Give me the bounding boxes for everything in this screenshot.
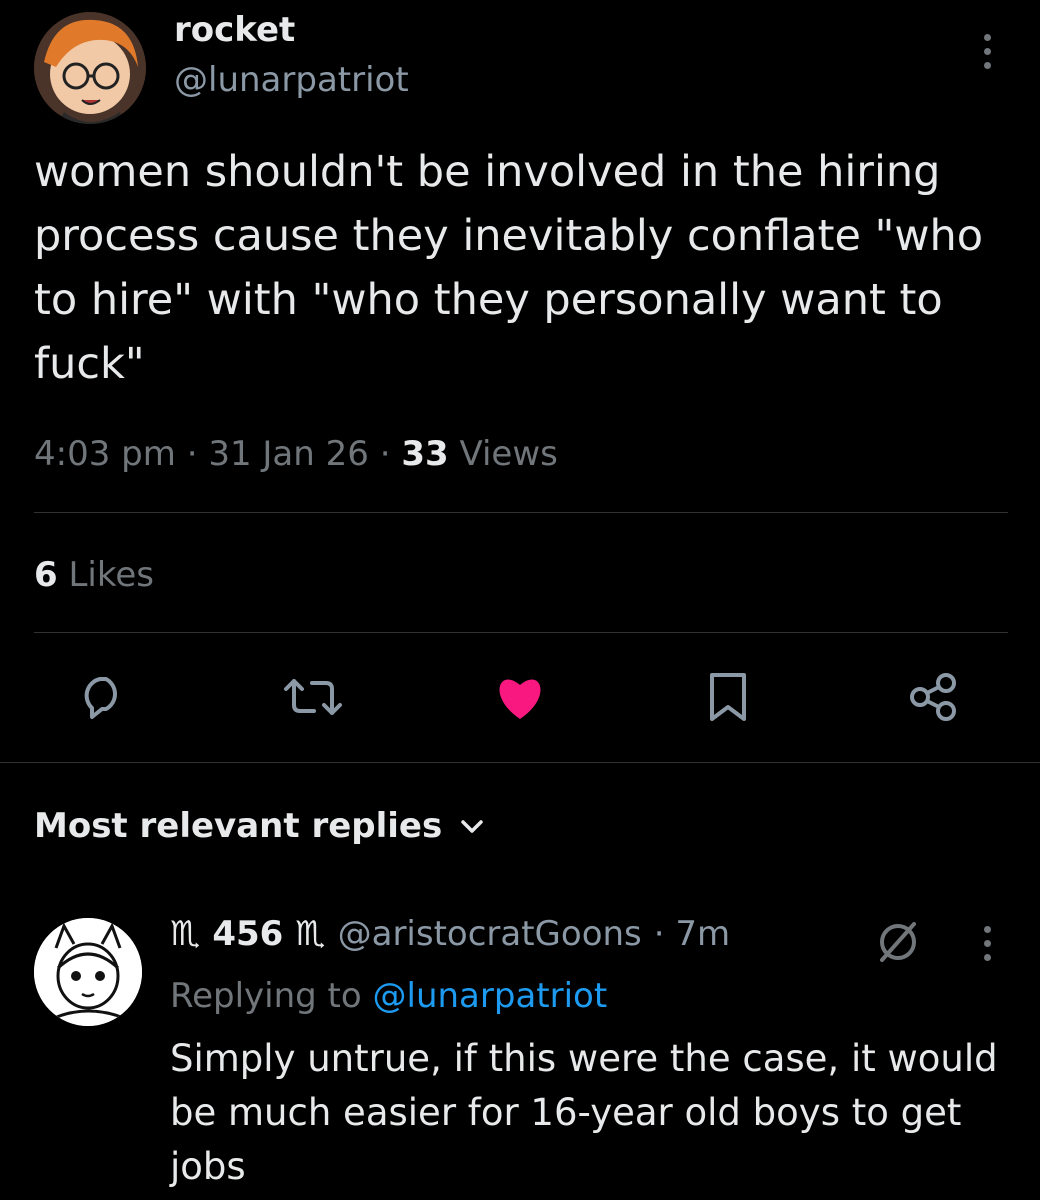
grok-icon[interactable] [874, 918, 922, 966]
section-divider [0, 762, 1040, 763]
tweet-time[interactable]: 4:03 pm [34, 434, 176, 474]
replying-prefix: Replying to [170, 976, 362, 1016]
reply-time[interactable]: · 7m [654, 914, 730, 954]
likes-label: Likes [68, 555, 154, 595]
author-avatar[interactable] [34, 12, 146, 124]
tweet-text: women shouldn't be involved in the hirin… [34, 147, 984, 389]
likes-count: 6 [34, 555, 58, 595]
tweet-meta: 4:03 pm · 31 Jan 26 · 33 Views [34, 434, 558, 474]
meta-separator: · [186, 434, 198, 474]
reply-text: Simply untrue, if this were the case, it… [170, 1037, 998, 1188]
divider [34, 512, 1008, 513]
likes-stat[interactable]: 6 Likes [34, 555, 154, 595]
reply-icon[interactable] [74, 668, 132, 726]
bookmark-icon[interactable] [700, 668, 756, 726]
reply-author-handle[interactable]: @aristocratGoons [338, 914, 642, 954]
views-label: Views [459, 434, 558, 474]
author-handle[interactable]: @lunarpatriot [174, 60, 409, 100]
replies-sort-label: Most relevant replies [34, 806, 443, 846]
replying-handle[interactable]: @lunarpatriot [373, 976, 608, 1016]
reply-avatar-illustration [34, 918, 142, 1026]
tweet-date[interactable]: 31 Jan 26 [208, 434, 369, 474]
divider [34, 632, 1008, 633]
reply-author-name[interactable]: ♏ 456 ♏ [170, 914, 326, 954]
replies-sort-toggle[interactable]: Most relevant replies [34, 806, 484, 846]
share-icon[interactable] [904, 668, 964, 726]
reply-author-avatar[interactable] [34, 918, 142, 1026]
avatar-illustration [34, 12, 146, 124]
like-heart [499, 679, 541, 719]
more-options-icon[interactable] [980, 34, 994, 69]
views-count: 33 [401, 434, 449, 474]
reply-header: ♏ 456 ♏ @aristocratGoons · 7m [170, 914, 730, 954]
author-name[interactable]: rocket [174, 10, 295, 50]
like-icon[interactable] [490, 668, 550, 726]
meta-separator: · [379, 434, 391, 474]
chevron-down-icon [461, 820, 483, 833]
reply-more-options-icon[interactable] [980, 926, 994, 961]
replying-to: Replying to @lunarpatriot [170, 976, 607, 1016]
retweet-icon[interactable] [280, 668, 346, 726]
